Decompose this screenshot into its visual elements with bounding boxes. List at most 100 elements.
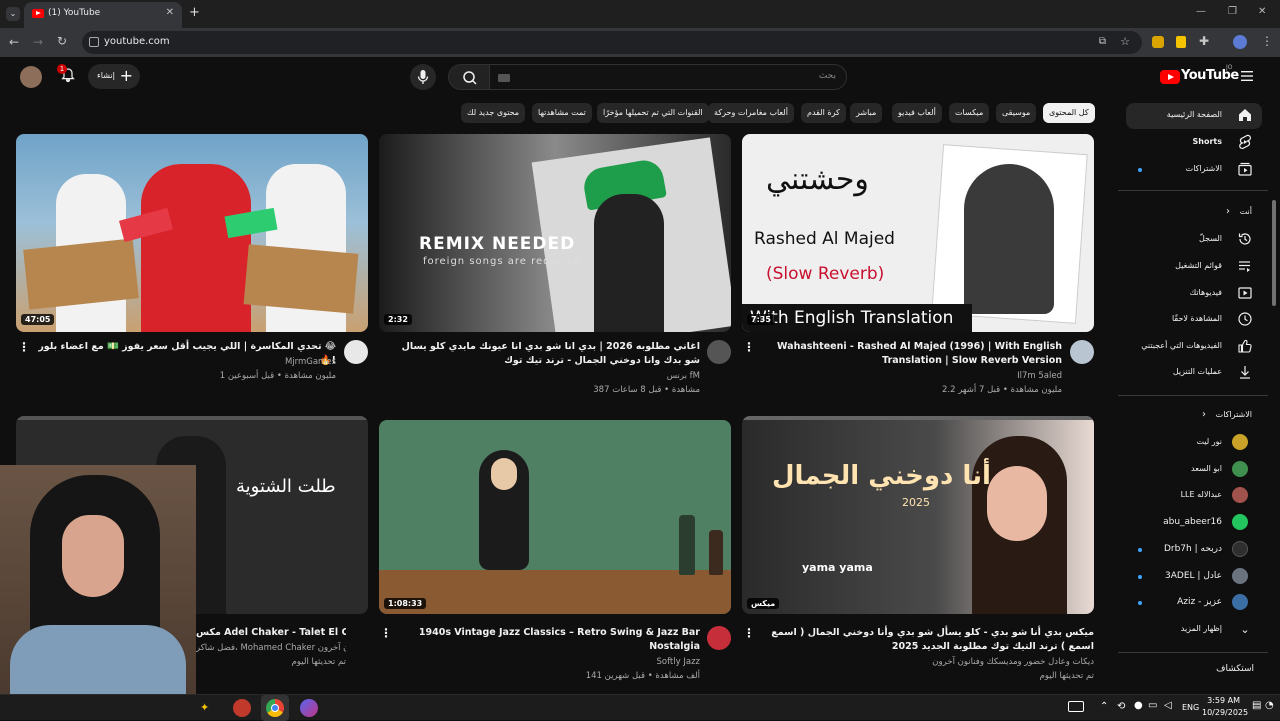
more-actions-icon[interactable]: ⋮ [380, 626, 392, 640]
sidebar-sub-aziz[interactable]: Aziz - عزيز [1126, 590, 1262, 616]
extensions-puzzle-icon[interactable]: ✚ [1199, 34, 1209, 48]
channel-avatar [1232, 514, 1248, 530]
notification-center-icon[interactable]: ▤ [1252, 700, 1261, 711]
network-icon[interactable]: ▭ [1148, 700, 1157, 711]
sidebar-sub-drb7h[interactable]: Drb7h | دربحه [1126, 537, 1262, 563]
channel-avatar[interactable] [707, 340, 731, 364]
chip-new-to-you[interactable]: محتوى جديد لك [461, 103, 526, 123]
voice-search-button[interactable] [410, 64, 436, 90]
keyboard-tray-icon[interactable] [1068, 701, 1084, 712]
tray-chevron-icon[interactable]: ⌃ [1100, 701, 1108, 712]
video-title[interactable]: مكس Adel Chaker - Talet El Chatwieh [196, 626, 346, 640]
more-actions-icon[interactable]: ⋮ [743, 626, 755, 640]
chip-video-games[interactable]: ألعاب فيديو [892, 103, 942, 123]
sidebar-subscriptions-header[interactable]: الاشتراكات › [1126, 403, 1262, 429]
sidebar-sub-lle[interactable]: LLE عبدالاله [1126, 483, 1262, 509]
taskbar-app-icon[interactable] [300, 699, 318, 717]
install-app-icon[interactable]: ⧉ [1099, 36, 1106, 47]
sidebar-sub-abu-abeer16[interactable]: abu_abeer16 [1126, 510, 1262, 536]
volume-icon[interactable]: ◁ [1164, 700, 1172, 711]
sidebar-item-watch-later[interactable]: المشاهدة لاحقًا [1126, 307, 1262, 333]
channel-avatar[interactable] [707, 626, 731, 650]
back-icon[interactable]: ← [9, 35, 19, 49]
chip-live[interactable]: مباشر [850, 103, 883, 123]
sidebar-sub-nour-lit[interactable]: نور ليت [1126, 430, 1262, 456]
address-bar[interactable]: youtube.com ⧉ ☆ [82, 31, 1142, 54]
microphone-tray-icon[interactable]: ● [1134, 700, 1143, 711]
chip-recently-uploaded[interactable]: القنوات التي تم تحميلها مؤخرًا [597, 103, 709, 123]
sidebar-item-downloads[interactable]: عمليات التنزيل [1126, 360, 1262, 386]
copilot-sparkle-icon[interactable]: ✦ [200, 701, 209, 714]
video-title[interactable]: اغاني مطلوبه 2026 | بدي انا شو بدي انا ع… [400, 340, 700, 368]
channel-name[interactable]: MjrmGames [36, 355, 336, 370]
account-avatar[interactable] [20, 66, 42, 88]
profile-avatar[interactable] [1233, 35, 1247, 49]
sidebar-you-header[interactable]: أنت › [1126, 200, 1262, 226]
channel-name[interactable]: Softly Jazz [400, 655, 700, 670]
search-button[interactable] [448, 64, 490, 90]
chip-football[interactable]: كرة القدم [801, 103, 846, 123]
sidebar-sub-abu-alsaad[interactable]: ابو السعد [1126, 457, 1262, 483]
video-thumbnail[interactable]: 47:05 [16, 134, 368, 332]
chevron-down-icon: ⌄ [1240, 623, 1250, 636]
chip-watched[interactable]: تمت مشاهدتها [532, 103, 592, 123]
sidebar-item-subscriptions[interactable]: الاشتراكات [1126, 157, 1262, 183]
chip-music[interactable]: موسيقى [996, 103, 1037, 123]
new-content-dot [1138, 601, 1142, 605]
language-indicator[interactable]: ENG [1182, 703, 1199, 712]
video-title[interactable]: ميكس بدي أنا شو بدي - كلو يسأل شو بدي وأ… [760, 626, 1094, 654]
sidebar-item-playlists[interactable]: قوائم التشغيل [1126, 254, 1262, 280]
browser-tab[interactable]: (1) YouTube ✕ [24, 2, 182, 28]
clock-time[interactable]: 3:59 AM [1206, 696, 1240, 705]
taskbar-chrome-button[interactable] [261, 695, 289, 721]
video-thumbnail[interactable]: أنا دوخني الجمال 2025 yama yama ميكس [742, 416, 1094, 614]
sidebar-item-home[interactable]: الصفحة الرئيسية [1126, 103, 1262, 129]
sidebar-item-your-videos[interactable]: فيديوهاتك [1126, 281, 1262, 307]
video-thumbnail[interactable]: 1:08:33 [379, 420, 731, 614]
tab-close-icon[interactable]: ✕ [166, 7, 174, 18]
channel-avatar[interactable] [1070, 340, 1094, 364]
guide-menu-button[interactable] [1240, 68, 1254, 82]
channel-name[interactable]: برنس fM [400, 369, 700, 384]
extension-1-icon[interactable] [1152, 36, 1164, 48]
reload-icon[interactable]: ↻ [57, 34, 67, 48]
more-actions-icon[interactable]: ⋮ [743, 340, 755, 354]
new-tab-button[interactable]: + [189, 5, 200, 20]
chip-mixes[interactable]: ميكسات [949, 103, 990, 123]
channel-name[interactable]: ديكات وعادل خضور ومديسكك وفنانون آخرون [760, 655, 1094, 670]
channel-name[interactable]: Il7m 5aled [770, 369, 1062, 384]
window-close-icon[interactable]: ✕ [1258, 6, 1266, 17]
sidebar-show-more[interactable]: إظهار المزيد ⌄ [1126, 617, 1262, 643]
search-input[interactable]: بحث [489, 64, 847, 90]
browser-menu-icon[interactable]: ⋮ [1261, 34, 1273, 48]
extension-2-icon[interactable] [1176, 36, 1186, 48]
chip-action-adventure[interactable]: ألعاب مغامرات وحركة [708, 103, 794, 123]
site-info-icon[interactable] [89, 37, 99, 47]
bookmark-star-icon[interactable]: ☆ [1120, 35, 1130, 48]
sidebar-item-history[interactable]: السجلّ [1126, 227, 1262, 253]
video-title[interactable]: 1940s Vintage Jazz Classics – Retro Swin… [400, 626, 700, 654]
sidebar-scrollbar[interactable] [1272, 200, 1276, 306]
minimize-icon[interactable]: — [1196, 6, 1206, 17]
sidebar-sub-3adel[interactable]: 3ADEL | عادل [1126, 564, 1262, 590]
notifications-button[interactable]: 1 [57, 64, 76, 83]
video-title[interactable]: Wahashteeni - Rashed Al Majed (1996) | W… [770, 340, 1062, 368]
create-button[interactable]: إنشاء + [88, 64, 140, 89]
focus-icon[interactable]: ◔ [1265, 700, 1274, 711]
more-actions-icon[interactable]: ⋮ [18, 340, 30, 354]
forward-icon[interactable]: → [33, 35, 43, 49]
sidebar-item-shorts[interactable]: Shorts [1126, 130, 1262, 156]
video-thumbnail[interactable]: وحشتني Rashed Al Majed (Slow Reverb) Wit… [742, 134, 1094, 332]
sidebar-item-label: قوائم التشغيل [1175, 261, 1222, 270]
clock-date[interactable]: 10/29/2025 [1202, 708, 1248, 717]
sidebar-item-liked[interactable]: الفيديوهات التي أعجبتني [1126, 334, 1262, 360]
tray-app-icon[interactable]: ⟲ [1117, 701, 1125, 712]
chip-all[interactable]: كل المحتوى [1043, 103, 1095, 123]
video-thumbnail[interactable]: REMIX NEEDED foreign songs are required … [379, 134, 731, 332]
channel-name[interactable]: فضل شاكر، Mohamed Chaker وفنانون آخرون [196, 641, 346, 656]
tab-search-button[interactable]: ⌄ [6, 7, 20, 21]
taskbar-app-icon[interactable] [233, 699, 251, 717]
channel-avatar[interactable] [344, 340, 368, 364]
restore-icon[interactable]: ❐ [1228, 6, 1237, 17]
keyboard-icon[interactable] [498, 74, 510, 82]
